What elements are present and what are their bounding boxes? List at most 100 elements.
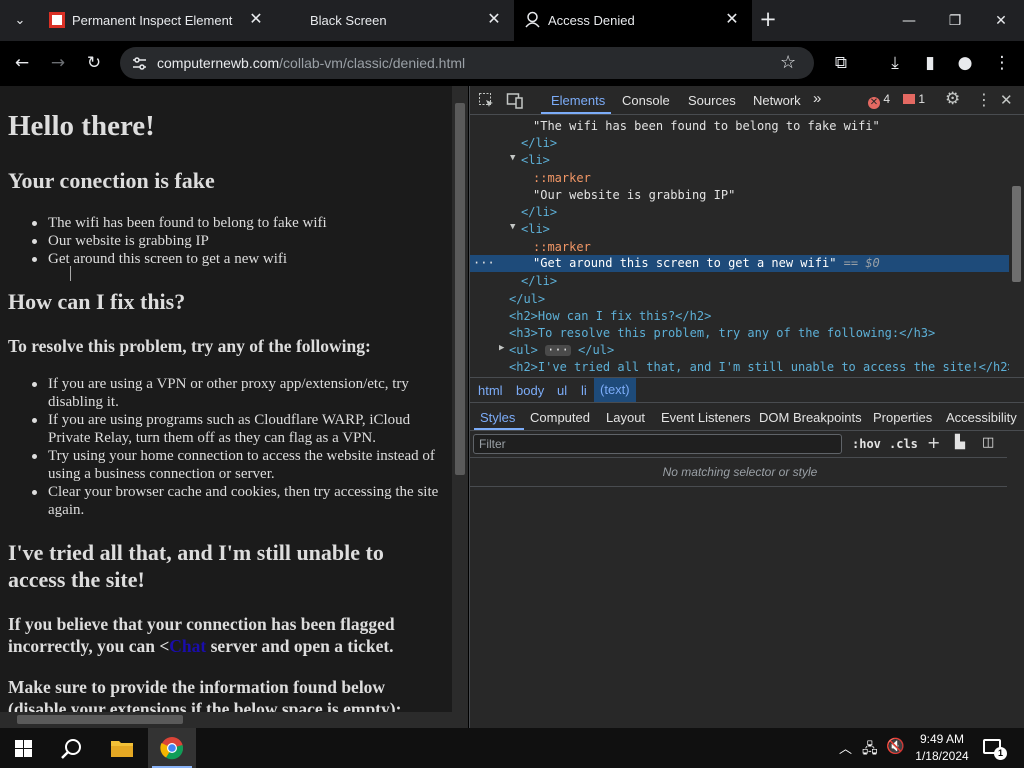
dom-line[interactable]: <h2>I've tried all that, and I'm still u… (509, 359, 1010, 376)
tab-permanent-inspect-element[interactable]: Permanent Inspect Element ✕ (38, 0, 276, 41)
devtools-tab-bar: Elements Console Sources Network » ✕ 4 1… (470, 86, 1024, 115)
minimize-icon[interactable]: — (886, 0, 932, 41)
search-icon[interactable] (60, 737, 84, 761)
expand-triangle-icon[interactable]: ▼ (510, 153, 515, 163)
selected-dom-line[interactable]: "Get around this screen to get a new wif… (533, 255, 880, 272)
file-explorer-icon[interactable] (110, 738, 134, 758)
dom-line[interactable]: "The wifi has been found to belong to fa… (533, 118, 880, 135)
dom-tree-scroll-thumb[interactable] (1012, 186, 1021, 282)
more-tabs-chevron-icon[interactable]: » (813, 90, 821, 107)
issues-badge[interactable]: 1 (903, 92, 925, 106)
paint-brush-icon[interactable]: ▙ (955, 435, 965, 450)
volume-muted-icon[interactable]: 🔇 (886, 737, 905, 755)
address-bar[interactable]: computernewb.com/collab-vm/classic/denie… (120, 47, 814, 79)
hov-toggle[interactable]: :hov (852, 437, 881, 451)
tab-accessibility[interactable]: Accessibility (946, 410, 1017, 425)
forward-arrow-icon[interactable]: → (46, 51, 70, 75)
devtools-menu-icon[interactable]: ⋮ (976, 90, 992, 109)
close-tab-icon[interactable]: ✕ (722, 9, 742, 29)
heading-believe-flagged: If you believe that your connection has … (8, 613, 438, 657)
close-tab-icon[interactable]: ✕ (484, 9, 504, 29)
more-menu-icon[interactable]: ⋮ (990, 51, 1014, 75)
dom-line[interactable]: "Our website is grabbing IP" (533, 187, 735, 204)
dom-line[interactable]: ::marker (533, 239, 591, 256)
tab-black-screen[interactable]: Black Screen ✕ (276, 0, 514, 41)
error-badge[interactable]: ✕ 4 (868, 92, 890, 109)
tab-access-denied[interactable]: Access Denied ✕ (514, 0, 752, 41)
reload-icon[interactable]: ↻ (82, 51, 106, 75)
close-tab-icon[interactable]: ✕ (246, 9, 266, 29)
list-item: If you are using a VPN or other proxy ap… (28, 375, 448, 411)
breadcrumb-ul[interactable]: ul (557, 383, 567, 398)
site-settings-icon[interactable] (132, 56, 147, 71)
tab-layout[interactable]: Layout (606, 410, 645, 425)
page-hscroll-thumb[interactable] (17, 715, 183, 724)
tab-sources[interactable]: Sources (688, 93, 736, 108)
breadcrumb-html[interactable]: html (478, 383, 503, 398)
node-actions-ellipsis-icon[interactable]: ··· (473, 255, 495, 272)
extensions-puzzle-icon[interactable]: ⧉ (829, 51, 853, 75)
dom-line[interactable]: </li> (521, 135, 557, 152)
collapse-triangle-icon[interactable]: ▶ (499, 343, 504, 353)
tab-event-listeners[interactable]: Event Listeners (661, 410, 751, 425)
dom-line[interactable]: </li> (521, 273, 557, 290)
list-item: Clear your browser cache and cookies, th… (28, 483, 448, 519)
clock[interactable]: 9:49 AM 1/18/2024 (912, 731, 972, 765)
network-icon[interactable]: 🖧 (862, 738, 878, 762)
tab-search-chevron-icon[interactable]: ⌄ (10, 10, 30, 30)
new-tab-plus-icon[interactable]: + (757, 7, 779, 31)
dom-line[interactable]: ::marker (533, 170, 591, 187)
dom-line[interactable]: </li> (521, 204, 557, 221)
error-icon: ✕ (868, 97, 880, 109)
tab-computed[interactable]: Computed (530, 410, 590, 425)
bookmark-star-icon[interactable]: ☆ (780, 52, 796, 73)
tab-dom-breakpoints[interactable]: DOM Breakpoints (759, 410, 862, 425)
close-devtools-icon[interactable]: ✕ (1000, 91, 1013, 109)
tab-styles[interactable]: Styles (480, 410, 515, 425)
chrome-taskbar-button[interactable] (148, 728, 196, 768)
new-style-rule-plus-icon[interactable]: + (927, 433, 940, 452)
settings-gear-icon[interactable]: ⚙ (945, 89, 960, 109)
inspect-element-icon[interactable] (478, 92, 495, 109)
page-viewport: Hello there! Your conection is fake The … (0, 86, 452, 728)
tab-console[interactable]: Console (622, 93, 670, 108)
side-panel-icon[interactable]: ▮ (918, 51, 942, 75)
dom-line[interactable]: <li> (521, 221, 550, 238)
cls-toggle[interactable]: .cls (889, 437, 918, 451)
back-arrow-icon[interactable]: ← (10, 51, 34, 75)
expand-triangle-icon[interactable]: ▼ (510, 222, 515, 232)
collapsed-ellipsis-icon[interactable]: ··· (545, 344, 571, 356)
breadcrumb-text[interactable]: (text) (594, 378, 636, 402)
notification-count-badge: 1 (994, 747, 1007, 760)
page-heading-hello: Hello there! (8, 110, 155, 142)
tab-properties[interactable]: Properties (873, 410, 932, 425)
breadcrumb-body[interactable]: body (516, 383, 544, 398)
tab-elements[interactable]: Elements (551, 93, 605, 108)
restore-icon[interactable]: ❐ (932, 0, 978, 41)
dollar-zero-marker: == $0 (836, 256, 880, 270)
tab-title: Black Screen (310, 13, 387, 28)
tab-network[interactable]: Network (753, 93, 801, 108)
chrome-icon (160, 737, 184, 760)
styles-filter-input[interactable]: Filter (473, 434, 842, 454)
dom-line[interactable]: <li> (521, 152, 550, 169)
download-icon[interactable]: ⤓ (883, 51, 907, 75)
styles-scrollbar[interactable] (1009, 431, 1024, 728)
active-tab-indicator (541, 112, 611, 114)
dom-line[interactable]: <ul> ··· </ul> (509, 342, 614, 359)
close-window-icon[interactable]: ✕ (978, 0, 1024, 41)
windows-start-icon[interactable] (15, 740, 32, 757)
device-toolbar-icon[interactable] (506, 92, 524, 109)
dom-line[interactable]: </ul> (509, 291, 545, 308)
styles-divider (470, 486, 1007, 487)
toggle-sidebar-icon[interactable]: ◫ (982, 435, 994, 450)
dom-line[interactable]: <h2>How can I fix this?</h2> (509, 308, 711, 325)
breadcrumb-li[interactable]: li (581, 383, 587, 398)
error-count: 4 (883, 92, 891, 106)
dom-line[interactable]: <h3>To resolve this problem, try any of … (509, 325, 935, 342)
profile-avatar-icon[interactable]: ● (953, 51, 977, 75)
chat-link[interactable]: Chat (169, 636, 206, 656)
page-scroll-thumb[interactable] (455, 103, 465, 475)
show-hidden-icons-chevron-icon[interactable]: ︿ (839, 738, 852, 757)
list-item: Our website is grabbing IP (28, 232, 327, 250)
